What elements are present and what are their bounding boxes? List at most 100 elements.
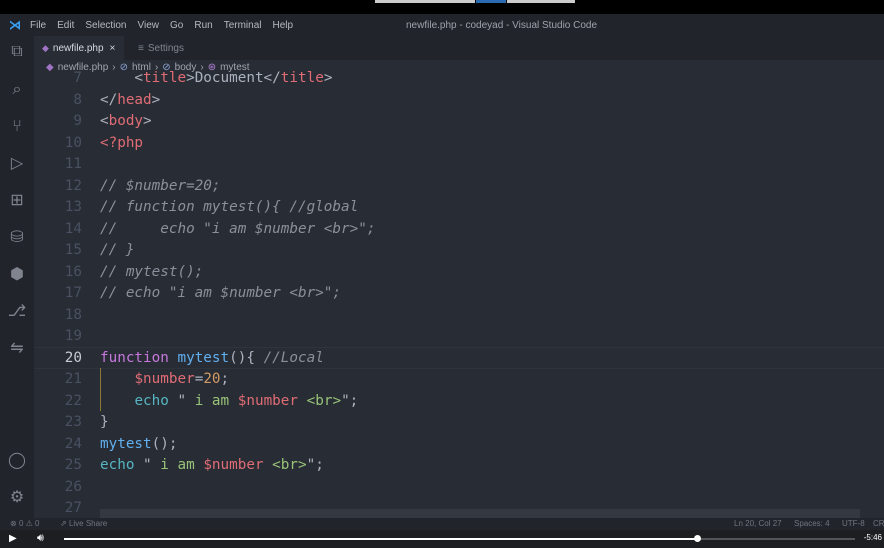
problems-indicator[interactable]: ⊗ 0 ⚠ 0 bbox=[10, 518, 39, 530]
run-debug-icon[interactable]: ▷ bbox=[7, 154, 27, 174]
code-text: echo " i am $number <br>"; bbox=[100, 391, 358, 413]
line-number: 20 bbox=[64, 349, 82, 366]
code-line[interactable]: 14 // echo "i am $number <br>"; bbox=[34, 219, 884, 241]
vscode-logo-icon: ⋊ bbox=[9, 18, 21, 32]
code-text: // } bbox=[100, 240, 134, 262]
encoding[interactable]: UTF-8 bbox=[842, 518, 865, 530]
code-editor[interactable]: 7 <title>Document</title> 8 </head> 9 <body>… bbox=[34, 60, 884, 518]
tab-settings[interactable]: ≡ Settings bbox=[130, 36, 192, 60]
code-line[interactable]: 10 <?php bbox=[34, 133, 884, 155]
settings-gear-icon[interactable]: ⚙ bbox=[7, 488, 27, 508]
code-token: echo bbox=[100, 457, 135, 473]
code-token: "; bbox=[341, 392, 359, 409]
volume-icon[interactable]: 🔊︎ bbox=[37, 532, 44, 545]
remote-icon[interactable]: ⇋ bbox=[7, 339, 27, 359]
video-controls: ▶ 🔊︎ -5:46 bbox=[0, 530, 884, 548]
menu-help[interactable]: Help bbox=[273, 20, 294, 31]
code-token: } bbox=[100, 414, 109, 430]
line-number: 15 bbox=[64, 242, 82, 258]
code-line[interactable]: 9 <body> bbox=[34, 111, 884, 133]
code-token: $number bbox=[203, 457, 264, 473]
menu-terminal[interactable]: Terminal bbox=[224, 20, 262, 31]
code-token: " bbox=[134, 457, 152, 473]
code-line[interactable]: 22 echo " i am $number <br>"; bbox=[34, 391, 884, 413]
git-graph-icon[interactable]: ⎇ bbox=[7, 302, 27, 322]
breadcrumb-item[interactable]: body bbox=[175, 62, 197, 73]
seek-progress bbox=[64, 538, 697, 540]
menu-file[interactable]: File bbox=[30, 20, 46, 31]
code-line[interactable]: 24 mytest(); bbox=[34, 434, 884, 456]
code-token: > bbox=[323, 70, 333, 86]
code-line[interactable]: 15 // } bbox=[34, 240, 884, 262]
code-line[interactable]: 21 $number=20; bbox=[34, 369, 884, 391]
menu-view[interactable]: View bbox=[138, 20, 160, 31]
window-title: newfile.php - codeyad - Visual Studio Co… bbox=[406, 20, 598, 31]
code-line[interactable]: 20 function mytest(){ //Local bbox=[34, 348, 884, 370]
line-number: 21 bbox=[64, 371, 82, 387]
code-token: // echo "i am $number <br>"; bbox=[100, 285, 342, 301]
code-text: echo " i am $number <br>"; bbox=[100, 455, 324, 477]
line-number: 13 bbox=[64, 199, 82, 215]
code-line[interactable]: 23} bbox=[34, 412, 884, 434]
code-token: i am bbox=[186, 392, 238, 409]
code-line[interactable]: 18 bbox=[34, 305, 884, 327]
eol[interactable]: CR bbox=[873, 518, 884, 530]
line-number: 22 bbox=[64, 392, 82, 409]
close-icon[interactable]: × bbox=[110, 43, 116, 54]
line-number: 11 bbox=[64, 156, 82, 172]
tab-bar: ◆ newfile.php × ≡ Settings bbox=[34, 36, 884, 60]
code-line[interactable]: 8 </head> bbox=[34, 90, 884, 112]
breadcrumb-item[interactable]: html bbox=[132, 62, 151, 73]
menu-selection[interactable]: Selection bbox=[85, 20, 126, 31]
code-token: // echo "i am $number <br>"; bbox=[100, 220, 376, 237]
seek-handle[interactable] bbox=[693, 535, 701, 542]
code-token: </ bbox=[100, 91, 118, 108]
menu-run[interactable]: Run bbox=[194, 20, 212, 31]
code-token: ; bbox=[220, 371, 230, 387]
line-number: 9 bbox=[73, 113, 82, 129]
code-token: < bbox=[100, 113, 109, 129]
indentation[interactable]: Spaces: 4 bbox=[794, 518, 830, 530]
breadcrumb-item[interactable]: newfile.php bbox=[58, 62, 109, 73]
menu-edit[interactable]: Edit bbox=[57, 20, 74, 31]
symbol-icon: ⊘ bbox=[162, 62, 171, 73]
play-icon[interactable]: ▶ bbox=[9, 533, 17, 544]
code-line[interactable]: 11 bbox=[34, 154, 884, 176]
cursor-position[interactable]: Ln 20, Col 27 bbox=[734, 518, 782, 530]
horizontal-scrollbar[interactable] bbox=[100, 509, 860, 518]
source-control-icon[interactable]: ⑂ bbox=[7, 117, 27, 137]
code-text: </head> bbox=[100, 90, 160, 112]
line-number: 24 bbox=[64, 435, 82, 452]
code-text: $number=20; bbox=[100, 369, 229, 391]
line-number: 16 bbox=[64, 263, 82, 280]
code-line[interactable]: 16 // mytest(); bbox=[34, 262, 884, 284]
code-line[interactable]: 25 echo " i am $number <br>"; bbox=[34, 455, 884, 477]
code-token: function bbox=[100, 349, 169, 366]
code-line[interactable]: 26 bbox=[34, 477, 884, 499]
code-token: echo bbox=[134, 392, 169, 409]
code-token: body bbox=[108, 113, 144, 129]
line-number: 12 bbox=[64, 177, 82, 194]
code-token: <br> bbox=[263, 457, 307, 473]
code-line[interactable]: 17 // echo "i am $number <br>"; bbox=[34, 283, 884, 305]
code-line[interactable]: 13 // function mytest(){ //global bbox=[34, 197, 884, 219]
code-text: // mytest(); bbox=[100, 262, 203, 284]
code-token: (){ bbox=[229, 349, 264, 366]
files-icon[interactable]: ⧉ bbox=[7, 42, 27, 62]
tab-newfile-php[interactable]: ◆ newfile.php × bbox=[34, 36, 124, 60]
breadcrumb-item[interactable]: mytest bbox=[220, 62, 249, 73]
database-icon[interactable]: ⛁ bbox=[7, 228, 27, 248]
code-token: <?php bbox=[100, 134, 144, 151]
code-line[interactable]: 12 // $number=20; bbox=[34, 176, 884, 198]
code-token: > bbox=[151, 91, 161, 108]
package-icon[interactable]: ⬢ bbox=[7, 265, 27, 285]
extensions-icon[interactable]: ⊞ bbox=[7, 191, 27, 211]
search-icon[interactable]: ⌕ bbox=[7, 80, 27, 100]
breadcrumb: ◆ newfile.php › ⊘ html › ⊘ body › ⊛ mytest bbox=[46, 62, 250, 73]
account-icon[interactable]: ◯ bbox=[7, 451, 27, 471]
code-line[interactable]: 19 bbox=[34, 326, 884, 348]
live-share-button[interactable]: ⇗ Live Share bbox=[60, 518, 107, 530]
seek-bar[interactable] bbox=[64, 535, 855, 542]
line-number: 27 bbox=[64, 500, 82, 516]
menu-go[interactable]: Go bbox=[170, 20, 183, 31]
